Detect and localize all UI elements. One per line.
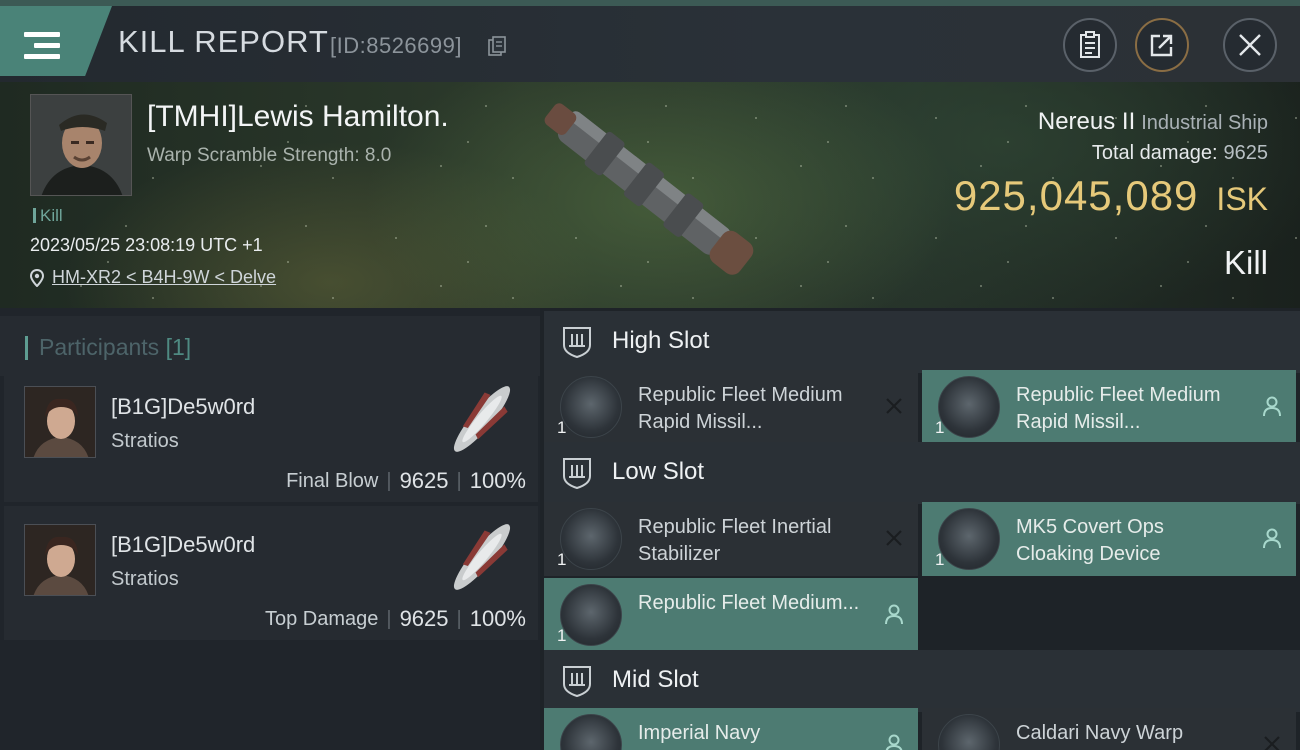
- person-icon: [1263, 396, 1281, 417]
- participant-name[interactable]: [B1G]De5w0rd: [111, 394, 255, 420]
- module-name: Republic Fleet Medium Rapid Missil...: [638, 384, 843, 433]
- module-name: MK5 Covert Ops Cloaking Device: [1016, 516, 1164, 565]
- rapid-missile-launcher-icon: [560, 376, 622, 438]
- kill-tag: Kill: [33, 206, 63, 226]
- participant-row[interactable]: [B1G]De5w0rd Stratios Final Blow | 9625 …: [4, 368, 538, 502]
- warp-module-icon: [938, 714, 1000, 750]
- module-quantity: 1: [557, 418, 567, 437]
- participant-ship: Stratios: [111, 430, 179, 452]
- module-quantity: 1: [935, 550, 945, 569]
- copy-icon[interactable]: [488, 36, 506, 56]
- close-icon: [886, 530, 902, 546]
- total-damage: Total damage: 9625: [1092, 142, 1268, 165]
- total-damage-value: 9625: [1223, 142, 1269, 164]
- victim-pilot-name[interactable]: [TMHI]Lewis Hamilton.: [147, 100, 449, 134]
- ship-class-text: Industrial Ship: [1141, 112, 1268, 134]
- module-item[interactable]: 1 Caldari Navy Warp: [922, 708, 1296, 750]
- close-icon: [1264, 736, 1280, 750]
- module-name: Republic Fleet Medium Rapid Missil...: [1016, 384, 1221, 433]
- participants-panel: Participants [1] [B1G]De5w0rd Stratios F…: [0, 308, 540, 750]
- module-icon: [560, 714, 622, 750]
- report-id: [ID:8526699]: [330, 33, 462, 58]
- participant-stats: Final Blow | 9625 | 100%: [286, 468, 526, 493]
- low-slot-icon: [563, 458, 591, 490]
- clipboard-button[interactable]: [1063, 18, 1117, 72]
- clipboard-icon: [1080, 31, 1100, 58]
- total-damage-label: Total damage:: [1091, 142, 1218, 164]
- module-item[interactable]: 1 Imperial Navy: [544, 708, 918, 750]
- module-name: Republic Fleet Medium...: [638, 592, 860, 614]
- module-item[interactable]: 1 MK5 Covert Ops Cloaking Device: [922, 502, 1296, 576]
- module-quantity: 1: [557, 550, 567, 569]
- final-blow-label: Final Blow: [286, 469, 379, 492]
- module-name: Republic Fleet Inertial Stabilizer: [638, 516, 832, 565]
- kill-location[interactable]: HM-XR2 < B4H-9W < Delve: [30, 267, 276, 288]
- person-icon: [885, 604, 903, 625]
- participant-percent: 100%: [469, 606, 526, 631]
- participant-avatar[interactable]: [24, 386, 96, 458]
- share-button[interactable]: [1135, 18, 1189, 72]
- victim-portrait[interactable]: [30, 94, 132, 196]
- victim-ship-image[interactable]: [520, 88, 790, 298]
- module-item[interactable]: 1 Republic Fleet Medium Rapid Missil...: [544, 370, 918, 444]
- mid-slot-header: Mid Slot: [544, 650, 1300, 712]
- participants-label: Participants: [39, 334, 160, 360]
- ship-name-text: Nereus II: [1037, 108, 1136, 135]
- top-damage-label: Top Damage: [264, 607, 379, 630]
- participants-count: [1]: [165, 334, 192, 360]
- victim-ship-name[interactable]: Nereus II Industrial Ship: [1038, 108, 1268, 136]
- hamburger-menu-icon: [24, 32, 60, 60]
- high-slot-icon: [563, 327, 591, 359]
- high-slot-header: High Slot: [544, 311, 1300, 373]
- module-name: Caldari Navy Warp: [1016, 722, 1184, 744]
- header-bar: KILL REPORT [ID:8526699]: [0, 0, 1300, 82]
- participant-damage: 9625: [399, 606, 449, 631]
- module-item[interactable]: 1 Republic Fleet Inertial Stabilizer: [544, 502, 918, 576]
- kill-result-label: Kill: [1223, 244, 1268, 281]
- person-icon: [1263, 528, 1281, 549]
- person-icon: [885, 734, 903, 750]
- close-icon: [1239, 34, 1261, 56]
- mid-slot-label: Mid Slot: [612, 666, 699, 693]
- participants-header: Participants [1]: [0, 316, 540, 376]
- participant-percent: 100%: [469, 468, 526, 493]
- kill-timestamp: 2023/05/25 23:08:19 UTC +1: [30, 235, 263, 255]
- module-item[interactable]: 1 Republic Fleet Medium...: [544, 578, 918, 652]
- high-slot-label: High Slot: [612, 327, 710, 354]
- participant-ship: Stratios: [111, 568, 179, 590]
- participant-name[interactable]: [B1G]De5w0rd: [111, 532, 255, 558]
- page-title: KILL REPORT: [118, 24, 329, 59]
- inertial-stabilizer-icon: [560, 508, 622, 570]
- module-quantity: 1: [935, 418, 945, 437]
- low-slot-header: Low Slot: [544, 442, 1300, 504]
- rapid-missile-launcher-icon: [938, 376, 1000, 438]
- fitting-panel: High Slot 1 Republic Fleet Medium Rapid …: [540, 308, 1300, 750]
- module-quantity: 1: [557, 626, 567, 645]
- location-link[interactable]: HM-XR2 < B4H-9W < Delve: [52, 267, 276, 288]
- victim-panel: [TMHI]Lewis Hamilton. Warp Scramble Stre…: [0, 82, 1300, 308]
- close-icon: [886, 398, 902, 414]
- location-pin-icon: [30, 268, 44, 287]
- share-icon: [1150, 34, 1173, 57]
- participant-ship-image[interactable]: [434, 374, 530, 464]
- isk-value: 925,045,089 ISK: [954, 172, 1268, 220]
- participant-avatar[interactable]: [24, 524, 96, 596]
- mid-slot-icon: [563, 666, 591, 698]
- module-item[interactable]: 1 Republic Fleet Medium Rapid Missil...: [922, 370, 1296, 444]
- participant-row[interactable]: [B1G]De5w0rd Stratios Top Damage | 9625 …: [4, 506, 538, 640]
- isk-unit: ISK: [1216, 181, 1268, 217]
- participant-ship-image[interactable]: [434, 512, 530, 602]
- menu-button[interactable]: [0, 6, 112, 76]
- cloaking-device-icon: [938, 508, 1000, 570]
- close-button[interactable]: [1223, 18, 1277, 72]
- low-slot-label: Low Slot: [612, 458, 705, 485]
- module-canister-icon: [560, 584, 622, 646]
- warp-scramble-strength: Warp Scramble Strength: 8.0: [147, 145, 392, 166]
- pilot-portrait-image: [31, 95, 131, 195]
- participant-damage: 9625: [399, 468, 449, 493]
- isk-amount: 925,045,089: [953, 172, 1199, 219]
- participant-stats: Top Damage | 9625 | 100%: [264, 606, 526, 631]
- module-name: Imperial Navy: [638, 722, 761, 744]
